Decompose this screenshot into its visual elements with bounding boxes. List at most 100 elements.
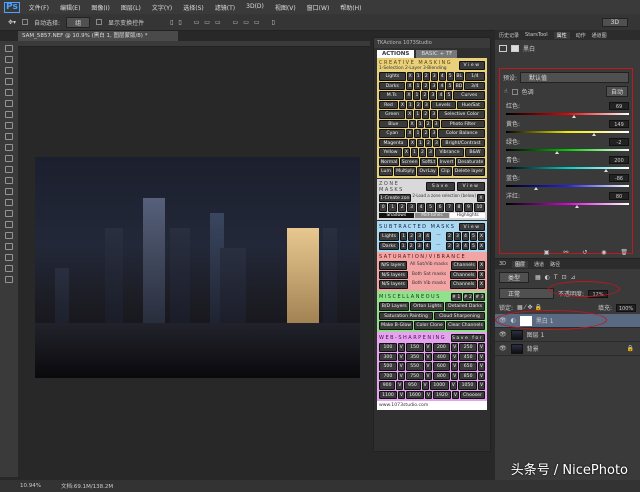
- 200-button[interactable]: 200: [432, 343, 451, 352]
- zone-5-button[interactable]: 5: [426, 203, 435, 212]
- zone-3-button[interactable]: 3: [407, 203, 416, 212]
- tool-icon[interactable]: [5, 111, 13, 118]
- 3-button[interactable]: 3: [430, 81, 438, 90]
- v-button[interactable]: V: [478, 362, 485, 371]
- zone-0-button[interactable]: 0: [379, 203, 388, 212]
- channels-button[interactable]: Channels: [451, 261, 478, 270]
- x-button[interactable]: X: [408, 138, 416, 147]
- multiply-button[interactable]: Multiply: [394, 167, 417, 176]
- red-button[interactable]: Red: [379, 100, 398, 109]
- tk-footer[interactable]: www.1073studio.com: [377, 401, 487, 410]
- 4-button[interactable]: 4: [437, 91, 445, 100]
- hand-icon[interactable]: ☝: [504, 88, 508, 95]
- 3d-mode-dropdown[interactable]: 3D: [601, 17, 628, 27]
- slider-track[interactable]: [506, 167, 629, 172]
- x-button[interactable]: X: [408, 119, 416, 128]
- zone-9-button[interactable]: 9: [464, 203, 473, 212]
- 4-button[interactable]: 4: [423, 241, 431, 250]
- yellow-button[interactable]: Yellow: [379, 148, 402, 157]
- 2-button[interactable]: 2: [446, 241, 453, 250]
- 900-button[interactable]: 900: [379, 381, 396, 390]
- 1-button[interactable]: 1: [416, 119, 424, 128]
- x-button[interactable]: X: [406, 81, 414, 90]
- slider-value[interactable]: 69: [609, 101, 629, 110]
- v-button[interactable]: V: [478, 352, 485, 361]
- 3-button[interactable]: 3: [415, 241, 423, 250]
- 4-button[interactable]: 4: [424, 232, 432, 241]
- misc-2-button[interactable]: #2: [462, 292, 474, 301]
- zone-8-button[interactable]: 8: [454, 203, 464, 212]
- 750-button[interactable]: 750: [405, 371, 424, 380]
- tool-icon[interactable]: [5, 45, 13, 52]
- menu-item[interactable]: 3D(D): [246, 3, 264, 12]
- slider-value[interactable]: 149: [609, 119, 629, 128]
- 1920-button[interactable]: 1920: [432, 390, 451, 399]
- tool-icon[interactable]: [5, 67, 13, 74]
- 1-button[interactable]: 1: [414, 72, 422, 81]
- curves-button[interactable]: Curves: [453, 91, 486, 100]
- create-zone-masks-button[interactable]: 1-Create zone masks: [379, 193, 412, 202]
- bl-button[interactable]: BL: [454, 72, 464, 81]
- 2-button[interactable]: 2: [414, 100, 422, 109]
- 4-button[interactable]: 4: [438, 81, 446, 90]
- 650-button[interactable]: 650: [459, 362, 477, 371]
- properties-tab[interactable]: StarsTool: [525, 32, 548, 38]
- 5-button[interactable]: 5: [446, 81, 454, 90]
- slider-track[interactable]: [506, 149, 629, 154]
- lights-button[interactable]: Lights: [379, 72, 406, 81]
- lights-button[interactable]: Lights: [379, 232, 400, 241]
- 1-button[interactable]: 1: [414, 110, 422, 119]
- normal-button[interactable]: Normal: [379, 157, 400, 166]
- clip-button[interactable]: Clip: [438, 167, 452, 176]
- 1-button[interactable]: 1: [400, 232, 408, 241]
- 3-button[interactable]: 3: [454, 232, 461, 241]
- layers-tab[interactable]: 3D: [499, 261, 506, 267]
- tab-basic-tf[interactable]: BASIC + TF: [416, 50, 458, 58]
- 3-4-button[interactable]: 3/4: [464, 81, 486, 90]
- slider-thumb[interactable]: [534, 187, 539, 190]
- m-ts-button[interactable]: M.Ts: [379, 91, 405, 100]
- zone-7-button[interactable]: 7: [445, 203, 454, 212]
- slider-thumb[interactable]: [574, 205, 579, 208]
- detailed-darks-button[interactable]: Detailed Darks: [445, 302, 485, 311]
- 850-button[interactable]: 850: [459, 371, 477, 380]
- properties-tab[interactable]: 通道图: [592, 32, 607, 39]
- 1-button[interactable]: 1: [414, 129, 422, 138]
- cyan-button[interactable]: Cyan: [379, 129, 406, 138]
- slider-track[interactable]: [506, 113, 629, 118]
- x-button[interactable]: X: [478, 241, 485, 250]
- slider-thumb[interactable]: [591, 133, 596, 136]
- zone-4-button[interactable]: 4: [416, 203, 426, 212]
- slider-track[interactable]: [506, 131, 629, 136]
- filter-icons[interactable]: ▦◐T⊡⊿: [535, 274, 580, 281]
- tool-icon[interactable]: [5, 265, 13, 272]
- 4-button[interactable]: 4: [462, 232, 469, 241]
- tool-icon[interactable]: [5, 155, 13, 162]
- 3-button[interactable]: 3: [426, 148, 434, 157]
- v-button[interactable]: V: [424, 390, 432, 399]
- menu-item[interactable]: 编辑(E): [60, 3, 80, 12]
- channels-button[interactable]: Channels: [450, 270, 478, 279]
- layer-row[interactable]: 👁 图层 1: [495, 328, 640, 342]
- 4-button[interactable]: 4: [438, 72, 446, 81]
- zone-save-button[interactable]: Save: [426, 182, 455, 191]
- 600-button[interactable]: 600: [432, 362, 451, 371]
- v-button[interactable]: V: [424, 362, 432, 371]
- move-tool-icon[interactable]: ✥▾: [8, 19, 16, 26]
- v-button[interactable]: V: [449, 381, 457, 390]
- zone-1-button[interactable]: 1: [388, 203, 397, 212]
- 1-button[interactable]: 1: [406, 100, 414, 109]
- 2-button[interactable]: 2: [422, 110, 430, 119]
- slider-thumb[interactable]: [604, 169, 609, 172]
- 3-button[interactable]: 3: [430, 129, 438, 138]
- 3-button[interactable]: 3: [422, 100, 430, 109]
- auto-select-dropdown[interactable]: 组: [66, 16, 91, 28]
- layer-filter-dropdown[interactable]: 类型: [499, 272, 530, 283]
- make-b-glow-button[interactable]: Make B-Glow: [379, 321, 414, 330]
- 450-button[interactable]: 450: [459, 352, 477, 361]
- color-balance-button[interactable]: Color Balance: [438, 129, 485, 138]
- layer-row[interactable]: 👁 背景 🔒: [495, 342, 640, 356]
- x-button[interactable]: X: [478, 280, 485, 289]
- tool-icon[interactable]: [5, 166, 13, 173]
- levels-button[interactable]: Levels: [430, 100, 456, 109]
